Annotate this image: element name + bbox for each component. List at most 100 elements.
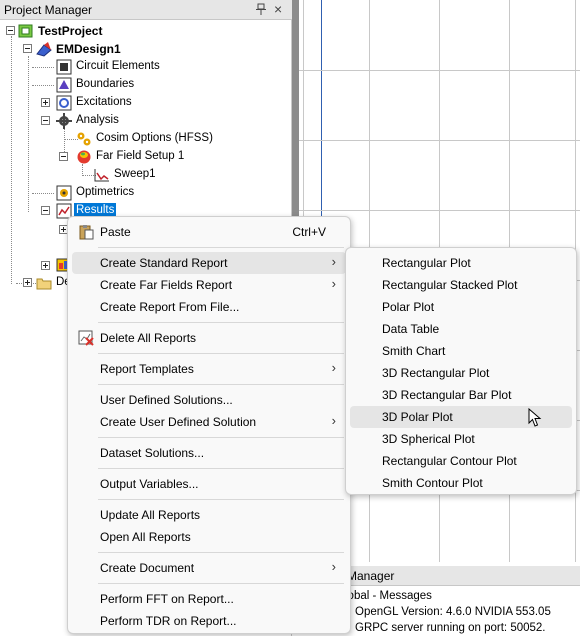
menu-separator xyxy=(98,384,344,385)
tree-label: EMDesign1 xyxy=(56,42,121,56)
menu-separator xyxy=(98,499,344,500)
menu-item-user-defined-solutions[interactable]: User Defined Solutions... xyxy=(72,389,346,411)
tree-label: Excitations xyxy=(76,96,132,108)
paste-icon xyxy=(78,224,94,240)
menu-label: Open All Reports xyxy=(100,530,191,544)
submenu-item-3d-polar-plot[interactable]: 3D Polar Plot xyxy=(350,406,572,428)
menu-item-perform-fft[interactable]: Perform FFT on Report... xyxy=(72,588,346,610)
menu-label: 3D Spherical Plot xyxy=(382,432,475,446)
menu-label: Rectangular Contour Plot xyxy=(382,454,517,468)
menu-label: Smith Chart xyxy=(382,344,446,358)
menu-label: Report Templates xyxy=(100,362,194,376)
menu-label: Rectangular Stacked Plot xyxy=(382,278,518,292)
tree-label: Optimetrics xyxy=(76,186,135,198)
menu-item-output-variables[interactable]: Output Variables... xyxy=(72,473,346,495)
project-icon xyxy=(18,23,34,39)
menu-item-update-all-reports[interactable]: Update All Reports xyxy=(72,504,346,526)
menu-label: Create User Defined Solution xyxy=(100,415,257,429)
expand-toggle[interactable] xyxy=(41,261,50,270)
menu-shortcut: Ctrl+V xyxy=(292,225,326,239)
grid-line xyxy=(299,140,580,141)
design-icon xyxy=(36,41,52,57)
tree-connector xyxy=(11,36,12,284)
menu-label: Smith Contour Plot xyxy=(382,476,483,490)
message-manager-title: Manager xyxy=(347,569,395,583)
menu-item-create-report-from-file[interactable]: Create Report From File... xyxy=(72,296,346,318)
submenu-item-3d-rectangular-plot[interactable]: 3D Rectangular Plot xyxy=(350,362,572,384)
gear-icon xyxy=(56,113,72,129)
tree-label: Circuit Elements xyxy=(76,60,160,72)
menu-separator xyxy=(98,437,344,438)
chevron-right-icon: › xyxy=(331,276,336,291)
circuit-elements-icon xyxy=(56,59,72,75)
menu-label: Paste xyxy=(100,225,131,239)
message-line[interactable]: OpenGL Version: 4.6.0 NVIDIA 553.05 xyxy=(339,606,551,618)
menu-label: Data Table xyxy=(382,322,440,336)
project-manager-title: Project Manager xyxy=(4,3,93,17)
chevron-right-icon: › xyxy=(331,254,336,269)
tree-connector xyxy=(32,85,54,86)
menu-separator xyxy=(98,322,344,323)
menu-label: Dataset Solutions... xyxy=(100,446,205,460)
menu-label: 3D Polar Plot xyxy=(382,410,453,424)
chevron-right-icon: › xyxy=(331,413,336,428)
menu-label: Rectangular Plot xyxy=(382,256,471,270)
tree-label: Analysis xyxy=(76,114,119,126)
sweep-icon xyxy=(94,167,110,183)
menu-item-delete-all-reports[interactable]: Delete All Reports xyxy=(72,327,346,349)
collapse-toggle[interactable] xyxy=(6,26,15,35)
close-icon[interactable]: × xyxy=(274,1,282,17)
collapse-toggle[interactable] xyxy=(23,44,32,53)
submenu-item-rectangular-stacked-plot[interactable]: Rectangular Stacked Plot xyxy=(350,274,572,296)
menu-label: Perform FFT on Report... xyxy=(100,592,234,606)
collapse-toggle[interactable] xyxy=(41,116,50,125)
menu-label: Create Far Fields Report xyxy=(100,278,233,292)
context-menu: Paste Ctrl+V Create Standard Report › Cr… xyxy=(67,216,351,634)
menu-separator xyxy=(98,247,344,248)
submenu-item-data-table[interactable]: Data Table xyxy=(350,318,572,340)
menu-label: Create Document xyxy=(100,561,195,575)
submenu-item-polar-plot[interactable]: Polar Plot xyxy=(350,296,572,318)
tree-label: TestProject xyxy=(38,24,103,38)
expand-toggle[interactable] xyxy=(41,98,50,107)
submenu-item-rectangular-contour-plot[interactable]: Rectangular Contour Plot xyxy=(350,450,572,472)
tree-label: Sweep1 xyxy=(114,168,156,180)
submenu-item-smith-chart[interactable]: Smith Chart xyxy=(350,340,572,362)
tree-connector xyxy=(28,56,29,212)
menu-item-create-document[interactable]: Create Document › xyxy=(72,557,346,579)
chevron-right-icon: › xyxy=(331,360,336,375)
chevron-right-icon: › xyxy=(331,559,336,574)
menu-label: 3D Rectangular Plot xyxy=(382,366,490,380)
gears-icon xyxy=(76,131,92,147)
message-line[interactable]: GRPC server running on port: 50052. xyxy=(339,622,546,634)
menu-label: Output Variables... xyxy=(100,477,199,491)
menu-item-perform-tdr[interactable]: Perform TDR on Report... xyxy=(72,610,346,632)
tree-label: Boundaries xyxy=(76,78,135,90)
menu-item-paste[interactable]: Paste Ctrl+V xyxy=(72,221,346,243)
submenu-item-3d-rectangular-bar-plot[interactable]: 3D Rectangular Bar Plot xyxy=(350,384,572,406)
menu-label: 3D Rectangular Bar Plot xyxy=(382,388,512,402)
grid-line xyxy=(299,70,580,71)
menu-item-create-user-defined-solution[interactable]: Create User Defined Solution › xyxy=(72,411,346,433)
collapse-toggle[interactable] xyxy=(41,206,50,215)
standard-report-submenu: Rectangular Plot Rectangular Stacked Plo… xyxy=(345,247,577,495)
message-group[interactable]: lobal - Messages xyxy=(345,590,432,602)
submenu-item-3d-spherical-plot[interactable]: 3D Spherical Plot xyxy=(350,428,572,450)
menu-label: Delete All Reports xyxy=(100,331,197,345)
menu-item-report-templates[interactable]: Report Templates › xyxy=(72,358,346,380)
expand-toggle[interactable] xyxy=(23,278,32,287)
menu-item-create-standard-report[interactable]: Create Standard Report › xyxy=(72,252,346,274)
submenu-item-rectangular-plot[interactable]: Rectangular Plot xyxy=(350,252,572,274)
menu-item-create-far-fields-report[interactable]: Create Far Fields Report › xyxy=(72,274,346,296)
tree-label: Cosim Options (HFSS) xyxy=(96,132,213,144)
pin-icon[interactable] xyxy=(256,3,266,18)
submenu-item-smith-contour-plot[interactable]: Smith Contour Plot xyxy=(350,472,572,494)
collapse-toggle[interactable] xyxy=(59,152,68,161)
menu-label: Create Standard Report xyxy=(100,256,228,270)
tree-label: Far Field Setup 1 xyxy=(96,150,185,162)
menu-item-open-all-reports[interactable]: Open All Reports xyxy=(72,526,346,548)
menu-separator xyxy=(98,468,344,469)
menu-item-dataset-solutions[interactable]: Dataset Solutions... xyxy=(72,442,346,464)
menu-separator xyxy=(98,552,344,553)
message-text: GRPC server running on port: 50052. xyxy=(355,622,546,634)
